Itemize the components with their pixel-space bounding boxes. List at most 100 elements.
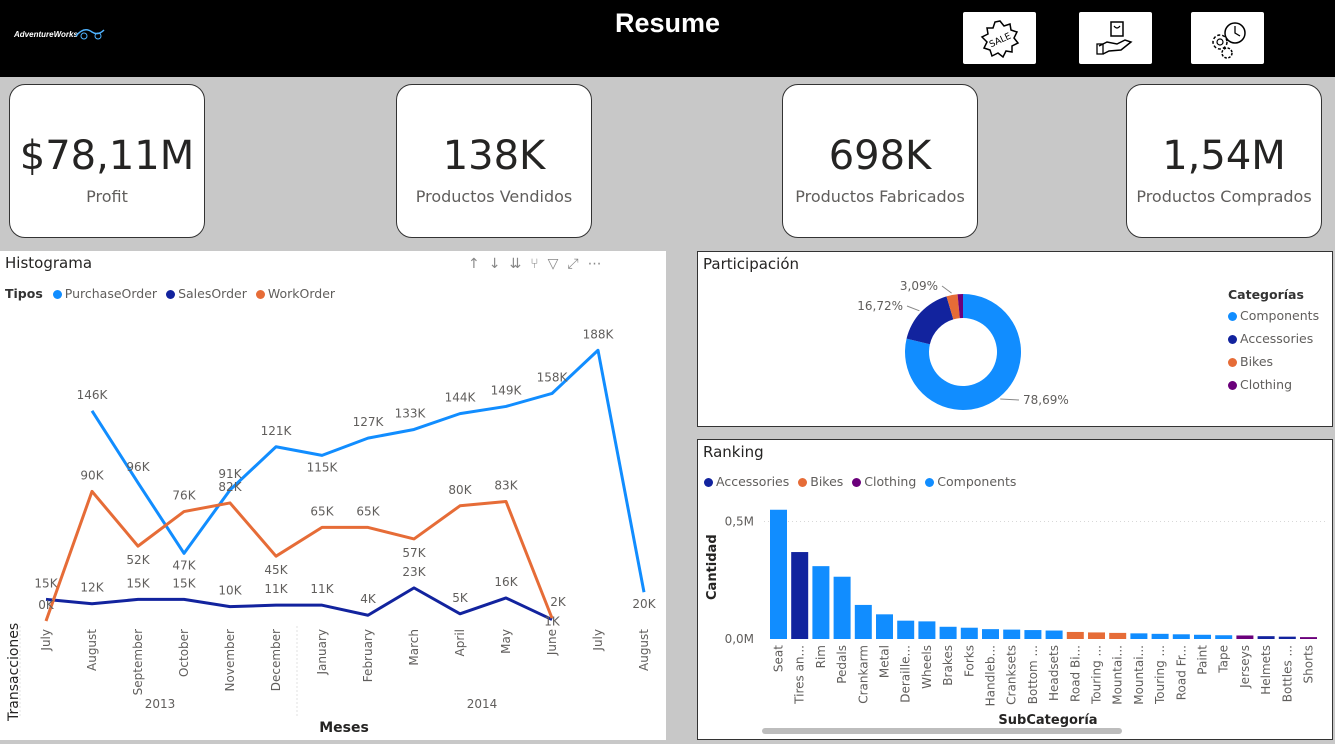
kpi-value: 138K (442, 133, 546, 179)
x-tick-label: February (361, 629, 375, 682)
data-label: 5K (452, 591, 469, 605)
gears-clock-icon (1212, 22, 1246, 59)
x-tick-label: Cranksets (1005, 645, 1019, 705)
x-tick-label: Metal (878, 645, 892, 678)
data-label: 133K (395, 406, 427, 420)
production-nav-button[interactable] (1191, 12, 1264, 64)
data-label: 15K (126, 576, 150, 590)
bar (897, 620, 915, 639)
x-tick-label: Rim (814, 645, 828, 668)
legend-item-accessories[interactable]: Accessories (1228, 331, 1319, 346)
participacion-donut-chart[interactable]: 78,69% 16,72% 3,09% (698, 252, 1218, 428)
participacion-legend: Categorías Components Accessories Bikes … (1228, 287, 1319, 400)
bar (1066, 631, 1084, 639)
kpi-card-productos-vendidos: 138K Productos Vendidos (396, 84, 592, 238)
legend-label: Clothing (1240, 377, 1293, 392)
leader-line (906, 305, 920, 312)
y-tick-label: 0,5M (725, 515, 754, 529)
line-salesorder (45, 586, 553, 621)
data-label: 158K (537, 370, 569, 384)
data-label: 23K (402, 565, 426, 579)
bar (1172, 634, 1190, 639)
x-tick-label: Paint (1196, 645, 1210, 675)
legend-dot (1228, 335, 1237, 344)
year-label-2013: 2013 (145, 697, 176, 711)
legend-label: Components (1240, 308, 1320, 323)
x-tick-label: August (85, 629, 99, 671)
x-tick-label: Pedals (835, 645, 849, 684)
bar (1194, 634, 1211, 639)
sales-nav-button[interactable]: SALE (963, 12, 1036, 64)
kpi-card-productos-comprados: 1,54M Productos Comprados (1126, 84, 1322, 238)
product-hand-icon (1096, 21, 1133, 55)
kpi-value: 698K (828, 133, 932, 179)
data-label: 11K (310, 582, 334, 596)
ranking-panel[interactable]: Ranking Accessories Bikes Clothing Compo… (697, 439, 1333, 740)
bar (1003, 629, 1021, 639)
products-nav-button[interactable] (1079, 12, 1152, 64)
x-tick-label: Seat (772, 645, 786, 672)
x-tick-label: Bottles ... (1280, 645, 1294, 702)
x-tick-label: August (637, 629, 651, 671)
x-tick-label: September (131, 629, 145, 695)
bar (982, 629, 999, 639)
data-label: 15K (34, 576, 58, 590)
data-label: 57K (402, 546, 426, 560)
histograma-chart[interactable]: July August September October November Decemb… (0, 251, 666, 740)
bar (1257, 636, 1275, 639)
legend-dot (1228, 381, 1237, 390)
histograma-panel[interactable]: Histograma ↑↓⇊⑂▽⤢⋯ Tipos PurchaseOrder S… (0, 251, 666, 740)
legend-item-components[interactable]: Components (1228, 308, 1319, 323)
bar (1278, 636, 1296, 639)
x-tick-label: Bottom ... (1026, 645, 1040, 704)
participacion-panel[interactable]: Participación 78,69% 16,72% 3,09% Categorí… (697, 251, 1333, 427)
data-label: 11K (264, 582, 288, 596)
data-label: 0K (38, 598, 55, 612)
data-label: 4K (360, 592, 377, 606)
x-tick-label: March (407, 629, 421, 666)
x-axis-title: SubCategoría (998, 713, 1097, 728)
data-label: 146K (77, 388, 109, 402)
x-tick-label: Forks (962, 645, 976, 677)
donut-data-label: 16,72% (857, 299, 903, 313)
x-tick-label: Wheels (920, 645, 934, 689)
data-label: 45K (264, 563, 288, 577)
x-tick-label: Road Fr... (1174, 645, 1188, 700)
bar (791, 552, 809, 639)
sale-icon-text: SALE (988, 31, 1013, 50)
x-tick-label: July (591, 629, 605, 652)
data-label: 15K (172, 576, 196, 590)
data-label: 149K (491, 383, 523, 397)
data-label: 52K (126, 553, 150, 567)
bar (1024, 630, 1042, 639)
x-tick-label: April (453, 629, 467, 656)
x-tick-label: Handleb... (984, 645, 998, 706)
bar (812, 566, 830, 639)
data-label: 16K (494, 575, 518, 589)
leader-line (941, 285, 952, 294)
legend-label: Accessories (1240, 331, 1314, 346)
bar (770, 509, 787, 639)
x-tick-label: January (315, 629, 329, 676)
legend-item-bikes[interactable]: Bikes (1228, 354, 1319, 369)
data-label: 82K (218, 480, 242, 494)
data-label: 80K (448, 483, 472, 497)
x-tick-label: July (39, 629, 53, 652)
x-tick-label: December (269, 629, 283, 691)
x-tick-label: Mountai... (1111, 645, 1125, 705)
legend-item-clothing[interactable]: Clothing (1228, 377, 1319, 392)
kpi-label: Profit (86, 187, 128, 206)
data-label: 115K (307, 460, 339, 474)
x-tick-label: Tape (1217, 645, 1231, 674)
leader-line (1000, 398, 1020, 401)
kpi-value: 1,54M (1162, 133, 1286, 179)
horizontal-scrollbar[interactable] (762, 728, 1122, 734)
ranking-bar-chart[interactable]: 0,0M 0,5M Seat Tires an... Rim Pedals Crankarm… (698, 440, 1332, 739)
y-axis-title: Cantidad (705, 534, 720, 600)
x-tick-label: Crankarm (856, 645, 870, 704)
x-tick-label: November (223, 629, 237, 691)
data-label: 83K (494, 478, 518, 492)
data-label: 121K (261, 424, 293, 438)
x-tick-label: Mountai... (1132, 645, 1146, 705)
legend-dot (1228, 312, 1237, 321)
